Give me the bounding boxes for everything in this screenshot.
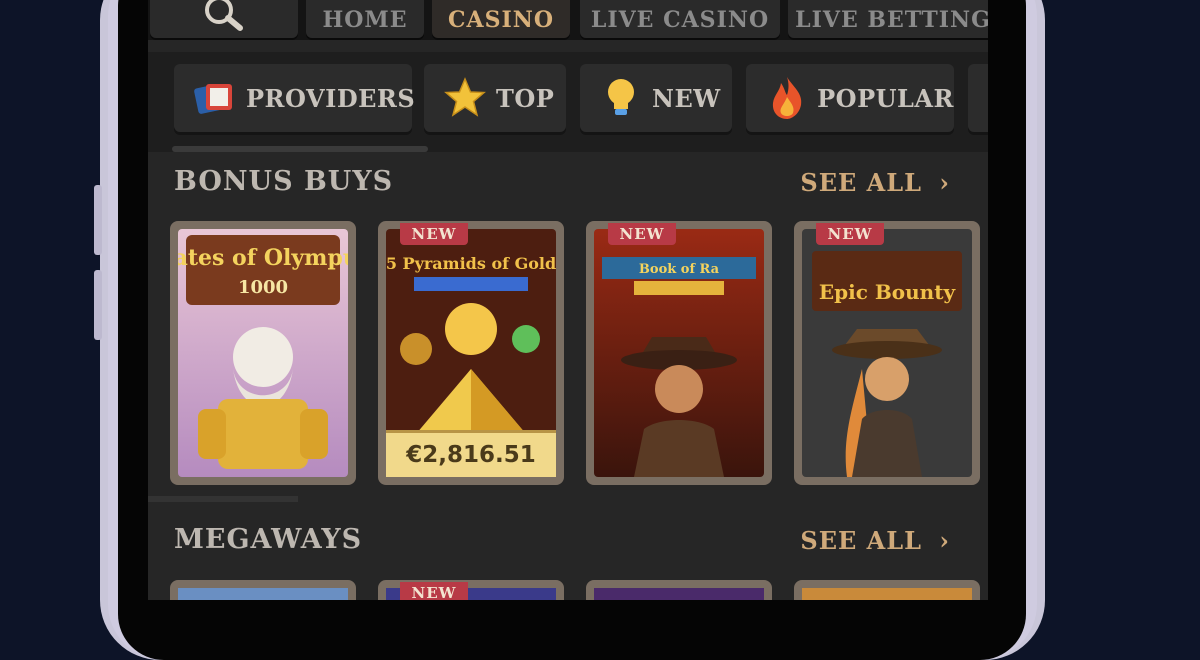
game-card[interactable] <box>586 580 772 600</box>
lightbulb-icon <box>598 75 644 121</box>
search-button[interactable] <box>150 0 298 38</box>
game-title-text: 5 Pyramids of Gold <box>386 254 556 273</box>
category-new[interactable]: NEW <box>580 64 732 132</box>
category-popular-label: POPULAR <box>817 83 954 113</box>
game-card[interactable]: NEW <box>378 580 564 600</box>
game-title-text: Gates of Olympus <box>178 245 348 271</box>
providers-icon <box>192 75 238 121</box>
phone-volume-button <box>94 270 102 340</box>
nav-home[interactable]: HOME <box>306 0 424 38</box>
game-card[interactable] <box>170 580 356 600</box>
game-thumbnail: Book of Ra <box>594 229 764 477</box>
chevron-right-icon: › <box>939 168 950 197</box>
new-badge: NEW <box>608 223 676 245</box>
category-scrollbar[interactable] <box>172 146 428 152</box>
game-thumbnail: Epic Bounty <box>802 229 972 477</box>
nav-live-betting-label: LIVE BETTING <box>795 7 988 33</box>
chevron-right-icon: › <box>939 526 950 555</box>
nav-live-casino[interactable]: LIVE CASINO <box>580 0 780 38</box>
nav-live-casino-label: LIVE CASINO <box>590 7 770 33</box>
games-scrollbar[interactable] <box>148 496 298 502</box>
category-new-label: NEW <box>652 83 721 113</box>
category-providers[interactable]: PROVIDERS <box>174 64 416 132</box>
search-icon <box>205 0 243 31</box>
game-thumbnail <box>594 588 764 600</box>
nav-casino[interactable]: CASINO <box>432 0 570 38</box>
category-bar: PROVIDERS TOP NEW POPULAR <box>148 52 988 152</box>
star-icon <box>442 75 488 121</box>
game-title-text: Epic Bounty <box>819 280 957 304</box>
game-thumbnail: Gates of Olympus 1000 <box>178 229 348 477</box>
game-card[interactable] <box>794 580 980 600</box>
see-all-label: SEE ALL <box>800 168 923 197</box>
game-thumbnail <box>802 588 972 600</box>
jackpot-amount: €2,816.51 <box>386 430 556 477</box>
phone-volume-button <box>94 185 102 255</box>
game-title-text: Book of Ra <box>639 262 720 277</box>
nav-home-label: HOME <box>322 7 408 33</box>
see-all-label: SEE ALL <box>800 526 923 555</box>
category-providers-label: PROVIDERS <box>246 83 416 113</box>
fire-icon <box>764 75 809 121</box>
game-card-epic-bounty[interactable]: NEW Epic Bounty <box>794 221 980 485</box>
nav-casino-label: CASINO <box>447 7 555 33</box>
see-all-megaways[interactable]: SEE ALL › <box>800 526 950 555</box>
category-top[interactable]: TOP <box>424 64 566 132</box>
category-popular[interactable]: POPULAR <box>746 64 954 132</box>
new-badge: NEW <box>816 223 884 245</box>
section-title-bonus-buys: BONUS BUYS <box>174 166 394 197</box>
top-navigation: HOME CASINO LIVE CASINO LIVE BETTING <box>148 0 988 40</box>
category-top-label: TOP <box>496 83 555 113</box>
casino-app-screen: HOME CASINO LIVE CASINO LIVE BETTING PRO… <box>148 0 988 600</box>
new-badge: NEW <box>400 582 468 600</box>
see-all-bonus-buys[interactable]: SEE ALL › <box>800 168 950 197</box>
section-title-megaways: MEGAWAYS <box>174 524 363 555</box>
category-more[interactable] <box>968 64 988 132</box>
game-thumbnail <box>178 588 348 600</box>
game-card-gates-of-olympus[interactable]: Gates of Olympus 1000 <box>170 221 356 485</box>
game-subtitle-text: 1000 <box>238 277 288 298</box>
nav-live-betting[interactable]: LIVE BETTING <box>788 0 988 38</box>
new-badge: NEW <box>400 223 468 245</box>
game-card-pyramids-of-gold[interactable]: NEW 5 Pyramids of Gold €2,816.51 <box>378 221 564 485</box>
game-card-book-of-ra[interactable]: NEW Book of Ra <box>586 221 772 485</box>
